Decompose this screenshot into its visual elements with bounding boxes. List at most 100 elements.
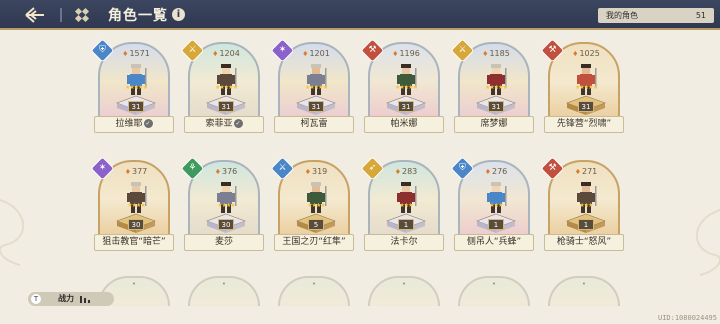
character-card[interactable]: ♦376 ★★★★ 30 ⚘ 麦莎 (180, 156, 264, 262)
power-number: 319 (312, 167, 328, 176)
my-roles-count: 51 (695, 11, 706, 20)
user-id: UID:1080024495 (657, 314, 717, 322)
flame-icon: ♦ (394, 168, 401, 176)
character-name-text: 侧吊人“兵蜂” (466, 237, 522, 247)
power-number: 1204 (219, 49, 240, 58)
flame-icon: ♦ (122, 50, 129, 58)
power-number: 376 (222, 167, 238, 176)
power-number: 283 (402, 167, 418, 176)
character-name-text: 狙击教官“暗芒” (102, 237, 166, 247)
character-name: 狙击教官“暗芒” (94, 234, 174, 251)
info-icon[interactable]: i (172, 8, 185, 21)
star-rating: ★★★★★ (485, 84, 508, 91)
character-name-text: 枪骑士“怒风” (556, 237, 612, 247)
flame-icon: ♦ (212, 50, 219, 58)
partial-card[interactable]: • (458, 276, 530, 306)
character-name: 法卡尔 (364, 234, 444, 251)
character-card[interactable]: ♦271 ★★★ 1 ⚒ 枪骑士“怒风” (540, 156, 624, 262)
star-rating: ★★★ (489, 202, 503, 209)
flame-icon: ♦ (124, 168, 131, 176)
power-number: 1185 (489, 49, 510, 58)
level-badge: 1 (578, 219, 594, 230)
character-name-text: 王国之刃“红隼” (282, 237, 346, 247)
character-card[interactable]: ♦283 ★★★ 1 ➶ 法卡尔 (360, 156, 444, 262)
level-badge: 31 (308, 101, 324, 112)
flame-icon: ♦ (392, 50, 399, 58)
character-name: 麦莎 (184, 234, 264, 251)
character-name: 拉维耶 ✓ (94, 116, 174, 133)
check-badge-icon: ✓ (233, 119, 243, 128)
flame-icon: ♦ (574, 168, 581, 176)
star-rating: ★★★ (399, 202, 413, 209)
partial-card[interactable]: • (188, 276, 260, 306)
character-card[interactable]: ♦1571 ★★★★★ 31 ⛨ 拉维耶 ✓ (90, 38, 174, 144)
power-number: 1025 (579, 49, 600, 58)
character-card[interactable]: ♦1196 ★★★★★ 31 ⚒ 帕米娜 (360, 38, 444, 144)
sort-label: 战力 (58, 294, 74, 303)
star-rating: ★★★★ (217, 202, 236, 209)
star-rating: ★★★★★ (305, 84, 328, 91)
header-divider (60, 8, 62, 22)
character-name: 枪骑士“怒风” (544, 234, 624, 251)
my-roles-label: 我的角色 (606, 11, 638, 20)
level-badge: 1 (398, 219, 414, 230)
grid-menu-icon[interactable] (74, 7, 90, 23)
level-badge: 31 (128, 101, 144, 112)
character-card[interactable]: ♦1204 ★★★★★ 31 ⚔ 索菲亚 ✓ (180, 38, 264, 144)
character-name-text: 法卡尔 (390, 237, 418, 247)
top-bar: 角色一覧 i 我的角色 51 (0, 0, 720, 30)
back-arrow-icon[interactable] (22, 5, 48, 25)
level-badge: 31 (578, 101, 594, 112)
level-badge: 31 (398, 101, 414, 112)
flame-icon: ♦ (482, 50, 489, 58)
power-number: 271 (582, 167, 598, 176)
flame-icon: ♦ (572, 50, 579, 58)
flame-icon: ♦ (484, 168, 491, 176)
star-rating: ★★★★ (127, 202, 146, 209)
star-rating: ★★★★★ (395, 84, 418, 91)
power-number: 377 (132, 167, 148, 176)
power-number: 1201 (309, 49, 330, 58)
character-name-text: 柯瓦雷 (300, 119, 328, 129)
character-card[interactable]: ♦319 ★★★★ 5 ⚔ 王国之刃“红隼” (270, 156, 354, 262)
character-card[interactable]: ♦1185 ★★★★★ 31 ⚔ 席梦娜 (450, 38, 534, 144)
sort-type-icon: T (31, 294, 41, 304)
character-card[interactable]: ♦276 ★★★ 1 ⛨ 侧吊人“兵蜂” (450, 156, 534, 262)
character-name-text: 席梦娜 (480, 119, 508, 129)
power-number: 1571 (129, 49, 150, 58)
star-rating: ★★★★★ (125, 84, 148, 91)
power-number: 276 (492, 167, 508, 176)
character-card[interactable]: ♦377 ★★★★ 30 ✶ 狙击教官“暗芒” (90, 156, 174, 262)
flame-icon: ♦ (302, 50, 309, 58)
flame-icon: ♦ (214, 168, 221, 176)
character-name: 柯瓦雷 (274, 116, 354, 133)
character-name: 侧吊人“兵蜂” (454, 234, 534, 251)
bar-sort-icon (80, 296, 90, 303)
character-name-text: 拉维耶 (115, 119, 143, 129)
character-name-text: 索菲亚 (205, 119, 233, 129)
flame-icon: ♦ (304, 168, 311, 176)
decorative-swirl-left (0, 199, 25, 266)
level-badge: 31 (218, 101, 234, 112)
character-card[interactable]: ♦1025 ★★★★★ 31 ⚒ 先锋营“烈啸” (540, 38, 624, 144)
character-card[interactable]: ♦1201 ★★★★★ 31 ✶ 柯瓦雷 (270, 38, 354, 144)
partial-card[interactable]: • (278, 276, 350, 306)
star-rating: ★★★★★ (215, 84, 238, 91)
character-name: 帕米娜 (364, 116, 444, 133)
level-badge: 31 (488, 101, 504, 112)
check-badge-icon: ✓ (143, 119, 153, 128)
partial-card[interactable]: • (368, 276, 440, 306)
star-rating: ★★★ (579, 202, 593, 209)
character-name: 王国之刃“红隼” (274, 234, 354, 251)
star-rating: ★★★★★ (575, 84, 598, 91)
character-name-text: 先锋营“烈啸” (556, 119, 612, 129)
my-roles-counter: 我的角色 51 (598, 8, 714, 23)
star-rating: ★★★★ (307, 202, 326, 209)
power-number: 1196 (399, 49, 420, 58)
partial-card[interactable]: • (548, 276, 620, 306)
decorative-swirl-right (695, 209, 720, 276)
level-badge: 5 (308, 219, 324, 230)
level-badge: 30 (128, 219, 144, 230)
level-badge: 1 (488, 219, 504, 230)
sort-by-power-button[interactable]: T 战力 (28, 292, 114, 306)
